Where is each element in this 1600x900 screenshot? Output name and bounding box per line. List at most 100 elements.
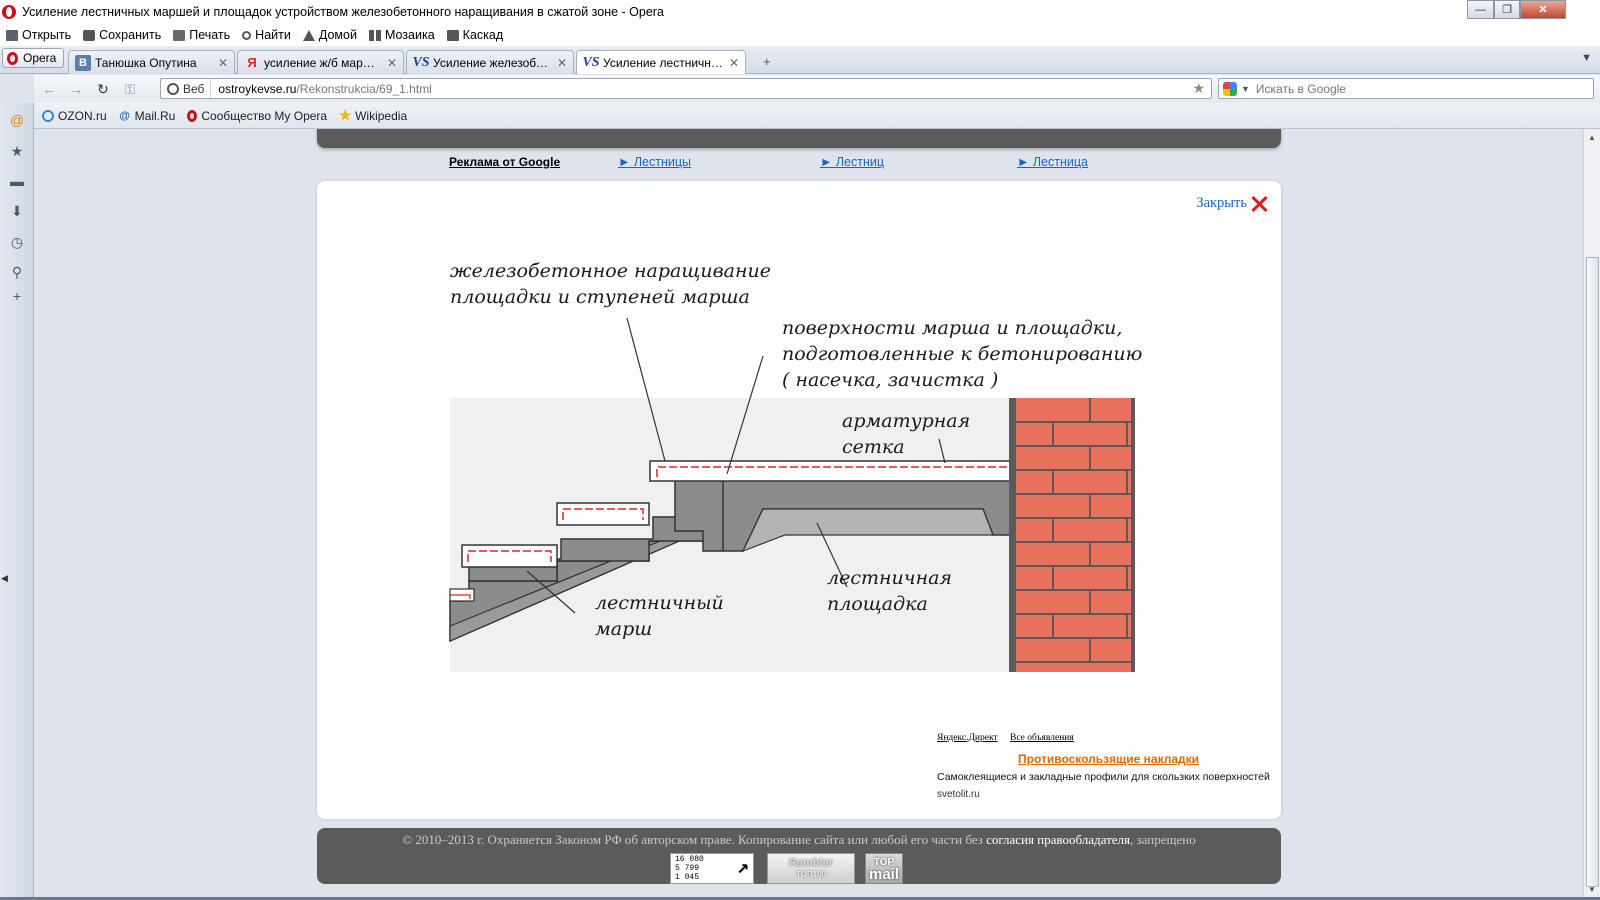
step-topping-1 [556, 502, 650, 526]
stair-reinforcement-diagram: железобетонное наращивание площадки и ст… [449, 260, 1142, 672]
google-ads-row: Реклама от Google ► Лестницы ► Лестниц ►… [34, 153, 1583, 173]
opera-menu-button[interactable]: Opera [2, 48, 64, 68]
label-surfaces-line1: поверхности марша и площадки, [782, 317, 1122, 339]
label-top-line1: железобетонное наращивание [450, 260, 771, 282]
label-top-line2: площадки и ступеней марша [450, 286, 750, 308]
rights-holder-link[interactable]: согласия правообладателя [986, 832, 1130, 847]
address-field[interactable]: Веб ostroykevse.ru/Rekonstrukcia/69_1.ht… [160, 78, 1212, 99]
ad-link-lestnitsa[interactable]: ► Лестница [1017, 155, 1088, 169]
add-panel-icon[interactable]: + [9, 288, 25, 304]
scroll-down-icon[interactable]: ▼ [1588, 885, 1596, 894]
ad-link-lestnitsy[interactable]: ► Лестницы [618, 155, 691, 169]
notes-panel-icon[interactable]: ▬ [9, 173, 25, 189]
vk-favicon-icon: В [75, 54, 91, 71]
yandex-direct-link[interactable]: Яндекс.Директ [937, 733, 998, 743]
history-panel-icon[interactable]: ◷ [9, 234, 25, 250]
menu-bar: Открыть Сохранить Печать Найти Домой Моз… [0, 24, 1600, 46]
yandex-favicon-icon: Я [247, 55, 257, 70]
wall-right-edge [1131, 398, 1135, 672]
mail-panel-icon[interactable]: @ [9, 112, 25, 128]
scroll-up-icon[interactable]: ▲ [1588, 133, 1596, 142]
url-text[interactable]: ostroykevse.ru/Rekonstrukcia/69_1.html [211, 82, 431, 96]
password-manager-button[interactable]: ⚿ [118, 79, 142, 99]
ad-domain-link[interactable]: svetolit.ru [937, 789, 980, 800]
search-input[interactable] [1255, 81, 1556, 96]
ad-description: Самоклеящиеся и закладные профили для ск… [937, 771, 1270, 783]
wall-mortar-edge [1009, 398, 1017, 672]
liveinternet-arrow-icon: ↗ [736, 857, 749, 880]
tab-tanyushka[interactable]: В Танюшка Опутина ✕ [68, 50, 235, 74]
close-icon[interactable] [1249, 193, 1271, 215]
side-panel: @ ★ ▬ ⬇ ◷ ⚲ + ◀ [0, 103, 34, 900]
yandex-direct-block: Яндекс.Директ Все объявления Противоскол… [937, 733, 1282, 800]
site-info-badge[interactable]: Веб [161, 79, 212, 98]
window-titlebar: Усиление лестничных маршей и площадок ус… [0, 0, 1600, 24]
rambler-top100-counter[interactable]: Rambler ТОП100 [767, 853, 855, 884]
search-field[interactable]: ▼ [1218, 78, 1594, 99]
menu-find[interactable]: Найти [242, 28, 291, 42]
label-surfaces-line3: ( насечка, зачистка ) [782, 369, 998, 391]
opera-icon [7, 51, 18, 65]
bookmark-star-icon[interactable]: ★ [1192, 80, 1205, 97]
bookmark-wikipedia[interactable]: ★ Wikipedia [339, 107, 407, 123]
ad-link-lestnits[interactable]: ► Лестниц [820, 155, 884, 169]
all-ads-link[interactable]: Все объявления [1010, 733, 1074, 743]
tab-close-icon[interactable]: ✕ [218, 56, 228, 70]
bookmark-ozon[interactable]: OZON.ru [42, 109, 107, 123]
reload-button[interactable]: ↻ [91, 79, 115, 99]
find-icon [242, 30, 252, 40]
collapse-panel-icon[interactable]: ◀ [1, 573, 8, 584]
globe-icon [167, 82, 179, 95]
downloads-panel-icon[interactable]: ⬇ [9, 203, 25, 219]
save-icon [83, 29, 96, 41]
window-title: Усиление лестничных маршей и площадок ус… [22, 5, 664, 19]
image-popup-card: Закрыть железобетонное наращивание площа… [317, 181, 1281, 819]
liveinternet-counter[interactable]: 16 080 5 799 1 045 ↗ [670, 853, 754, 884]
copyright-text: © 2010–2013 г. Охраняется Законом РФ об … [402, 832, 1196, 847]
maximize-button[interactable]: ❐ [1494, 0, 1520, 19]
bookmark-my-opera[interactable]: Сообщество My Opera [187, 109, 327, 123]
label-mesh-line1: арматурная [842, 410, 970, 432]
bookmarks-panel-icon[interactable]: ★ [9, 143, 25, 159]
menu-tile[interactable]: Мозаика [368, 28, 435, 42]
label-mesh-line2: сетка [842, 436, 905, 458]
ad-title-link[interactable]: Противоскользящие накладки [1018, 752, 1199, 766]
tab-list-dropdown-icon[interactable]: ▼ [1581, 52, 1592, 64]
top-mail-counter[interactable]: TOP mail [865, 853, 903, 884]
menu-save[interactable]: Сохранить [83, 28, 161, 42]
menu-open[interactable]: Открыть [6, 28, 71, 42]
vs-favicon-icon: VS [582, 54, 600, 70]
close-window-button[interactable]: ✕ [1520, 0, 1566, 19]
menu-print[interactable]: Печать [173, 28, 230, 42]
tile-icon [368, 29, 381, 41]
menu-cascade[interactable]: Каскад [446, 28, 503, 42]
scrollbar-thumb[interactable] [1586, 257, 1599, 887]
label-landing-line2: площадка [827, 593, 928, 615]
new-tab-button[interactable]: + [763, 54, 771, 69]
tab-close-icon[interactable]: ✕ [729, 56, 739, 70]
vertical-scrollbar[interactable]: ▲ ▼ [1583, 129, 1600, 900]
tab-close-icon[interactable]: ✕ [557, 56, 567, 70]
mailru-icon: @ [119, 109, 131, 122]
tab-usilenie-zhb[interactable]: VS Усиление железобето... ✕ [406, 50, 574, 74]
menu-home[interactable]: Домой [302, 28, 357, 42]
site-header-band [317, 129, 1281, 148]
google-icon[interactable] [1223, 81, 1237, 96]
bookmark-mailru[interactable]: @ Mail.Ru [119, 109, 175, 123]
tab-close-icon[interactable]: ✕ [387, 56, 397, 70]
tab-yandex-search[interactable]: Я усиление ж/б марше... ✕ [237, 50, 404, 74]
label-flight-line2: марш [595, 618, 652, 640]
search-panel-icon[interactable]: ⚲ [9, 264, 25, 280]
ads-title[interactable]: Реклама от Google [449, 155, 560, 169]
minimize-button[interactable]: — [1467, 0, 1494, 19]
search-engine-dropdown-icon[interactable]: ▼ [1241, 84, 1250, 94]
brick-wall [1016, 398, 1133, 672]
back-button[interactable]: ← [37, 79, 61, 99]
tab-bar: Opera В Танюшка Опутина ✕ Я усиление ж/б… [0, 46, 1600, 74]
close-popup-link[interactable]: Закрыть [1196, 195, 1247, 212]
forward-button[interactable]: → [64, 79, 88, 99]
ozon-icon [42, 109, 54, 122]
site-footer: © 2010–2013 г. Охраняется Законом РФ об … [317, 828, 1281, 884]
bookmarks-bar: OZON.ru @ Mail.Ru Сообщество My Opera ★ Wi… [34, 103, 1600, 129]
tab-usilenie-lestnichnykh[interactable]: VS Усиление лестничных... ✕ [576, 50, 746, 74]
